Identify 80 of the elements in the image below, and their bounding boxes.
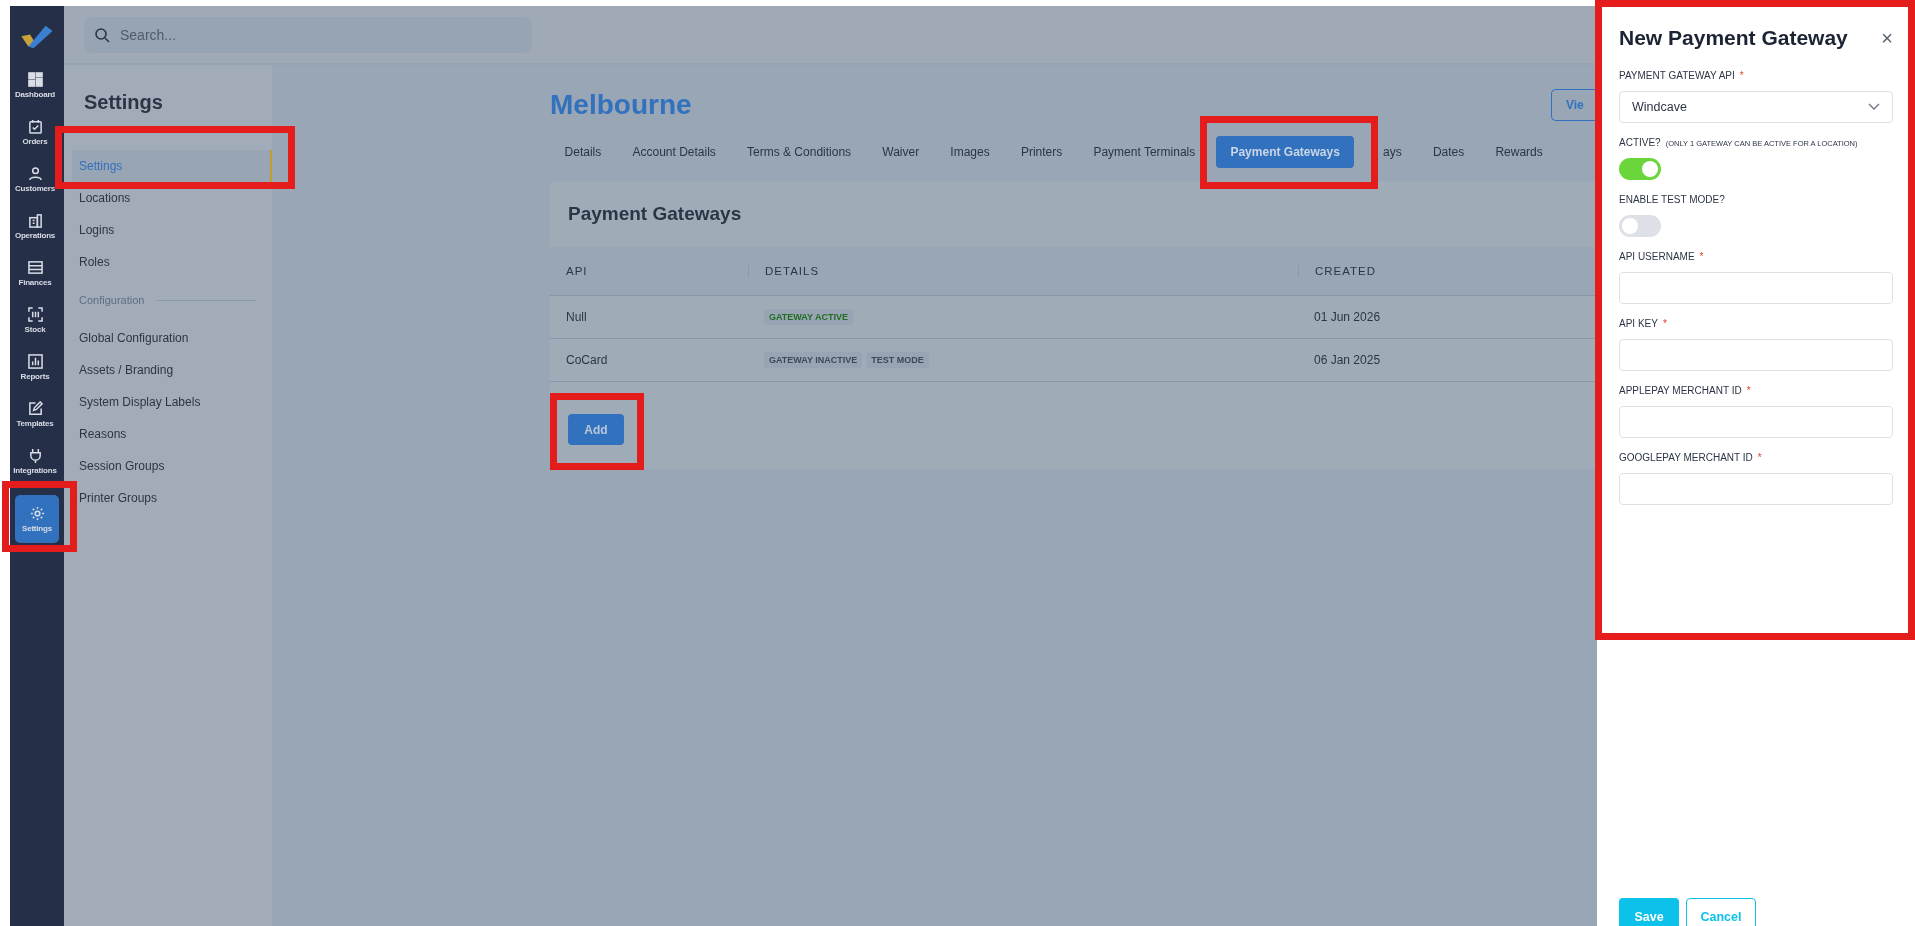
tab[interactable]: Waiver (867, 136, 934, 168)
table-cell: CoCard (566, 353, 608, 367)
tab[interactable]: Dates (1418, 136, 1479, 168)
sidebar-item[interactable]: Reasons (72, 418, 272, 450)
tab[interactable]: Payment Terminals (1078, 136, 1210, 168)
field-label: APPLEPAY MERCHANT ID (1619, 385, 1742, 396)
close-button[interactable]: × (1881, 26, 1893, 50)
input-field[interactable] (1619, 272, 1893, 304)
sidebar-item[interactable]: Global Configuration (72, 322, 272, 354)
nav-item[interactable]: Stock (10, 297, 64, 344)
edit-icon (27, 401, 43, 416)
tab[interactable]: Details (550, 136, 616, 168)
card-title: Payment Gateways (567, 202, 743, 226)
location-title: Melbourne (550, 89, 692, 121)
sidebar-item[interactable]: Session Groups (72, 450, 272, 482)
scan-icon (27, 307, 43, 322)
field-label: ENABLE TEST MODE? (1619, 194, 1725, 205)
status-tag: GATEWAY ACTIVE (764, 309, 853, 325)
nav-item[interactable]: Finances (10, 250, 64, 297)
toggle-switch[interactable] (1619, 215, 1661, 237)
nav-item[interactable]: Reports (10, 344, 64, 391)
tab[interactable]: ays (1368, 136, 1417, 168)
required-mark: * (1739, 70, 1744, 81)
field-label: API KEY (1619, 318, 1658, 329)
section-heading: Configuration (79, 294, 145, 306)
tab[interactable]: Printers (1006, 136, 1077, 168)
nav-item[interactable]: Integrations (10, 438, 64, 485)
table-cell: Null (566, 310, 587, 324)
input-field[interactable] (1619, 339, 1893, 371)
required-mark: * (1662, 318, 1667, 329)
nav-item[interactable]: Templates (10, 391, 64, 438)
tab[interactable]: Account Details (617, 136, 731, 168)
gateway-select[interactable]: Windcave (1619, 91, 1893, 123)
tab[interactable]: Images (935, 136, 1005, 168)
add-button[interactable]: Add (568, 414, 624, 445)
status-tag: TEST MODE (866, 352, 929, 368)
required-mark: * (1757, 452, 1762, 463)
nav-item[interactable]: Settings (15, 495, 59, 543)
nav-item[interactable]: Dashboard (10, 62, 64, 109)
input-field[interactable] (1619, 473, 1893, 505)
chart-icon (27, 354, 43, 369)
field-label: PAYMENT GATEWAY API (1619, 70, 1735, 81)
column-header: API (565, 265, 589, 277)
sidebar-item[interactable]: Assets / Branding (72, 354, 272, 386)
table-cell: 01 Jun 2026 (1314, 310, 1381, 324)
sidebar-item[interactable]: Locations (72, 182, 272, 214)
search-input[interactable]: Search... (118, 25, 522, 44)
tab[interactable]: Payment Gateways (1215, 136, 1355, 168)
field-label: API USERNAME (1619, 251, 1695, 262)
settings-icon (29, 505, 45, 521)
required-mark: * (1699, 251, 1704, 262)
field-label: GOOGLEPAY MERCHANT ID (1619, 452, 1753, 463)
sidebar-item[interactable]: Printer Groups (72, 482, 272, 514)
column-header: CREATED (1298, 265, 1597, 277)
chevron-icon (1868, 103, 1880, 111)
search-field[interactable]: Search... (84, 16, 532, 53)
sidebar-item[interactable]: System Display Labels (72, 386, 272, 418)
dashboard-icon (27, 72, 43, 87)
nav-item[interactable]: Orders (10, 109, 64, 156)
table-cell: 06 Jan 2025 (1314, 353, 1381, 367)
nav-item[interactable]: Customers (10, 156, 64, 203)
calendar-icon (27, 119, 43, 134)
panel-title: New Payment Gateway (1619, 26, 1848, 50)
column-header: DETAILS (748, 265, 1298, 277)
sidebar-item[interactable]: Logins (72, 214, 272, 246)
search-icon (94, 26, 110, 43)
sidebar-title: Settings (84, 91, 164, 114)
tab[interactable]: Terms & Conditions (732, 136, 866, 168)
tab[interactable]: Rewards (1480, 136, 1558, 168)
sidebar-item[interactable]: Roles (72, 246, 272, 278)
logo-icon (19, 24, 55, 50)
nav-item[interactable]: Operations (10, 203, 64, 250)
status-tag: GATEWAY INACTIVE (764, 352, 863, 368)
input-field[interactable] (1619, 406, 1893, 438)
toggle-switch[interactable] (1619, 158, 1661, 180)
building-icon (27, 213, 43, 228)
person-icon (27, 166, 43, 181)
plug-icon (27, 448, 43, 463)
field-label: ACTIVE? (1619, 137, 1661, 148)
required-mark: * (1746, 385, 1751, 396)
